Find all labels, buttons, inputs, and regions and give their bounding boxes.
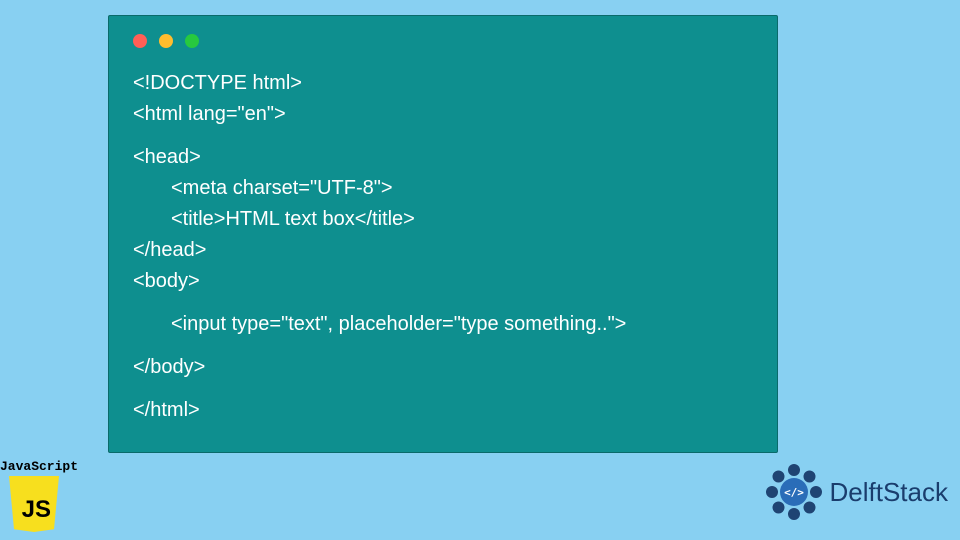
javascript-badge: JavaScript JS — [0, 459, 68, 532]
code-window: <!DOCTYPE html> <html lang="en"> <head> … — [108, 15, 778, 453]
code-line: </head> — [133, 235, 753, 266]
code-line: <html lang="en"> — [133, 99, 753, 130]
code-line: <input type="text", placeholder="type so… — [133, 309, 753, 340]
code-line: <head> — [133, 142, 753, 173]
code-line: <!DOCTYPE html> — [133, 68, 753, 99]
javascript-label: JavaScript — [0, 459, 68, 474]
delftstack-logo-block: </> DelftStack — [764, 462, 949, 522]
code-line: <title>HTML text box</title> — [133, 204, 753, 235]
code-line: </body> — [133, 352, 753, 383]
delftstack-logo-icon: </> — [764, 462, 824, 522]
close-dot-icon — [133, 34, 147, 48]
minimize-dot-icon — [159, 34, 173, 48]
window-controls — [109, 16, 777, 48]
code-line: </html> — [133, 395, 753, 426]
maximize-dot-icon — [185, 34, 199, 48]
javascript-logo-icon: JS — [9, 476, 59, 532]
code-body: <!DOCTYPE html> <html lang="en"> <head> … — [109, 48, 777, 426]
code-line: <body> — [133, 266, 753, 297]
delftstack-text: DelftStack — [830, 477, 949, 508]
code-line: <meta charset="UTF-8"> — [133, 173, 753, 204]
svg-text:</>: </> — [784, 486, 804, 499]
javascript-logo-text: JS — [22, 496, 51, 524]
